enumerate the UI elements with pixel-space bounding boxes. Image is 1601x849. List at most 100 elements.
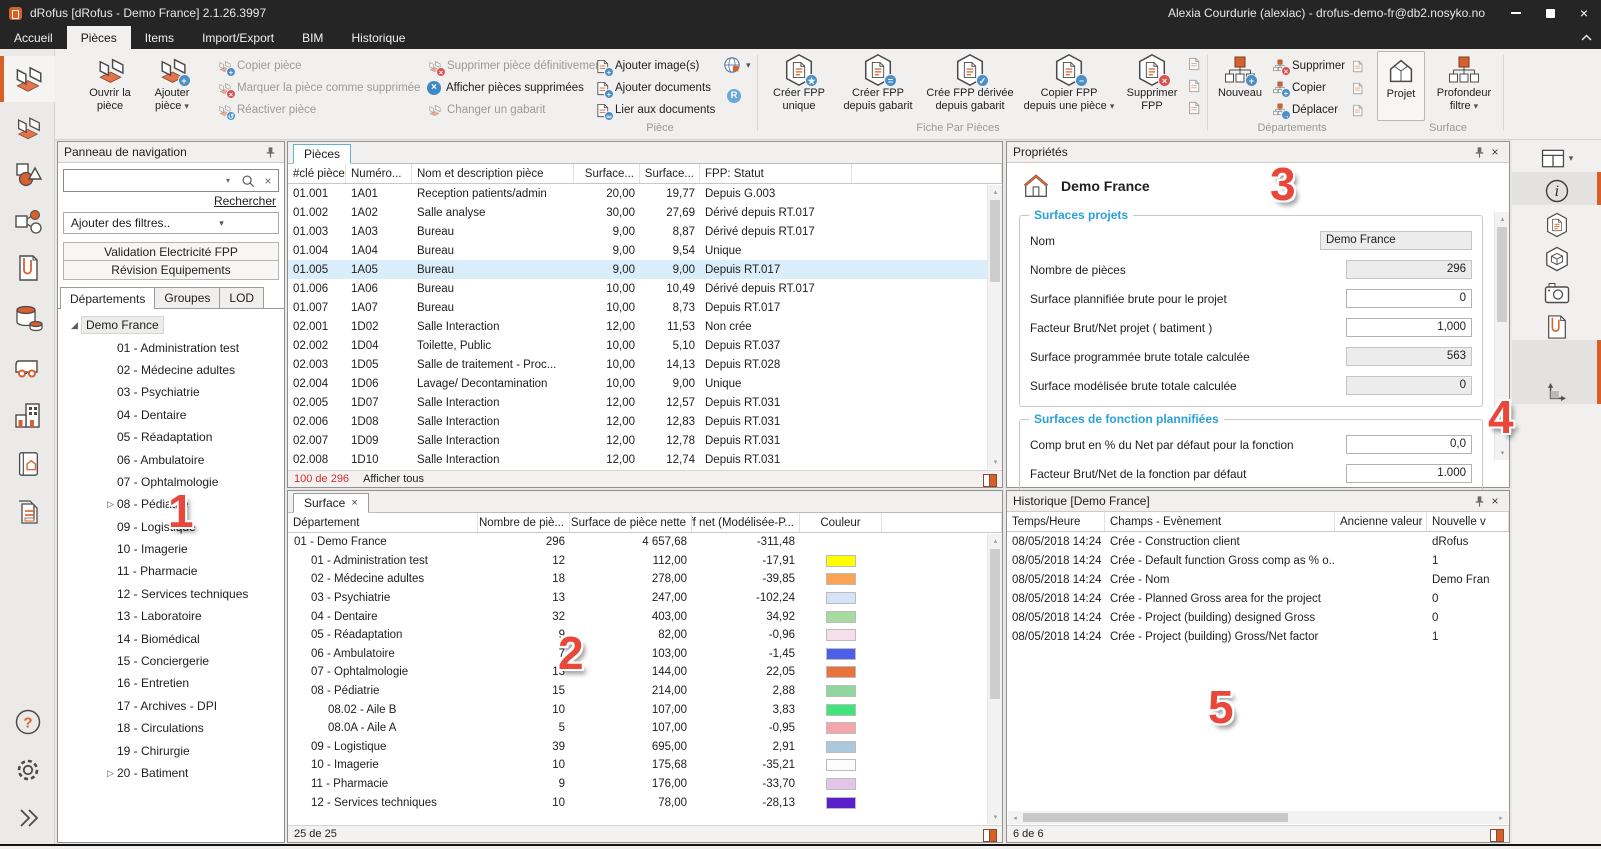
sidebar-room-templates-button[interactable]: [0, 105, 55, 151]
filter-depth-button[interactable]: Profondeur filtre ▾: [1431, 51, 1497, 121]
rooms-vertical-scrollbar[interactable]: ▴ ▾: [987, 185, 1002, 469]
history-row[interactable]: 08/05/2018 14:24Crée - Default function …: [1007, 551, 1509, 570]
surface-row[interactable]: 03 - Psychiatrie13247,00-102,24: [288, 589, 1002, 608]
color-swatch[interactable]: [826, 555, 856, 567]
sidebar-documents-button[interactable]: [0, 245, 55, 291]
room-row[interactable]: 02.0031D05Salle de traitement - Proc...1…: [288, 355, 1002, 374]
col-event[interactable]: Champs - Evènement: [1105, 512, 1335, 531]
sidebar-expand-button[interactable]: [0, 795, 55, 841]
tree-item[interactable]: 10 - Imagerie: [58, 538, 284, 560]
room-row[interactable]: 01.0031A03Bureau9,008,87Dérivé depuis RT…: [288, 222, 1002, 241]
surface-row[interactable]: 10 - Imagerie10175,68-35,21: [288, 756, 1002, 775]
history-row[interactable]: 08/05/2018 14:24Crée - Project (building…: [1007, 627, 1509, 646]
saved-filter-validation[interactable]: Validation Electricité FPP: [63, 242, 279, 261]
history-row[interactable]: 08/05/2018 14:24Crée - Construction clie…: [1007, 532, 1509, 551]
col-net-surface[interactable]: Surface de pièce nette: [570, 513, 692, 532]
color-swatch[interactable]: [826, 759, 856, 771]
close-tab-icon[interactable]: ×: [351, 497, 357, 509]
surface-row[interactable]: 09 - Logistique39695,002,91: [288, 738, 1002, 757]
delete-fpp-button[interactable]: × Supprimer FPP: [1121, 51, 1183, 121]
delete-department-button[interactable]: × Supprimer: [1273, 56, 1345, 76]
color-swatch[interactable]: [826, 741, 856, 753]
images-tab-button[interactable]: [1524, 276, 1590, 309]
surface-row[interactable]: 07 - Ophtalmologie13144,0022,05: [288, 663, 1002, 682]
sidebar-settings-button[interactable]: [0, 747, 55, 793]
sidebar-data-button[interactable]: [0, 295, 55, 341]
room-row[interactable]: 02.0021D04Toilette, Public10,005,10Depui…: [288, 336, 1002, 355]
tree-item[interactable]: 05 - Réadaptation: [58, 426, 284, 448]
room-row[interactable]: 01.0051A05Bureau9,009,00Depuis RT.017: [288, 260, 1002, 279]
color-swatch[interactable]: [826, 722, 856, 734]
mark-room-deleted-button[interactable]: × Marquer la pièce comme supprimée: [217, 78, 420, 98]
color-swatch[interactable]: [826, 573, 856, 585]
sidebar-catalog-button[interactable]: [0, 441, 55, 487]
col-room-count[interactable]: Nombre de piè...: [478, 513, 570, 532]
create-fpp-derived-button[interactable]: ✓ Crée FPP dérivée depuis gabarit: [923, 51, 1017, 121]
tree-item[interactable]: 03 - Psychiatrie: [58, 381, 284, 403]
surface-row[interactable]: 05 - Réadaptation982,00-0,96: [288, 626, 1002, 645]
scrollbar-thumb[interactable]: [1023, 813, 1288, 822]
tree-item[interactable]: ▷20 - Batiment: [58, 762, 284, 784]
reactivate-room-button[interactable]: ↺ Réactiver pièce: [217, 100, 316, 120]
col-new-value[interactable]: Nouvelle v: [1427, 512, 1509, 531]
surface-row[interactable]: 11 - Pharmacie9176,00-33,70: [288, 775, 1002, 794]
surface-tab-button[interactable]: [1524, 374, 1590, 407]
tab-items[interactable]: Items: [131, 26, 188, 49]
search-input[interactable]: [64, 171, 218, 190]
tab-historique[interactable]: Historique: [337, 26, 419, 49]
panel-flag-icon[interactable]: [983, 829, 996, 840]
surface-row[interactable]: 01 - Demo France2964 657,68-311,48: [288, 533, 1002, 552]
history-tab-button[interactable]: [1524, 342, 1590, 375]
tree-item[interactable]: 06 - Ambulatoire: [58, 448, 284, 470]
tree-item[interactable]: 17 - Archives - DPI: [58, 695, 284, 717]
documents-tab-button[interactable]: [1524, 310, 1590, 343]
change-template-button[interactable]: Changer un gabarit: [427, 100, 545, 120]
tab-import-export[interactable]: Import/Export: [188, 26, 288, 49]
open-room-button[interactable]: Ouvrir la pièce: [81, 51, 139, 121]
saved-filter-revision[interactable]: Révision Equipements: [63, 261, 279, 280]
search-dropdown-chevron-icon[interactable]: ▾: [218, 176, 238, 185]
sidebar-departments-button[interactable]: [0, 393, 55, 439]
tree-root[interactable]: ◢ Demo France: [58, 314, 284, 336]
property-input[interactable]: 1,000: [1346, 318, 1472, 337]
history-row[interactable]: 08/05/2018 14:24Crée - Project (building…: [1007, 608, 1509, 627]
tree-root-label[interactable]: Demo France: [81, 316, 164, 334]
surface-row[interactable]: 04 - Dentaire32403,0034,92: [288, 607, 1002, 626]
color-swatch[interactable]: [826, 797, 856, 809]
panel-flag-icon[interactable]: [983, 474, 996, 485]
surface-row[interactable]: 12 - Services techniques1078,00-28,13: [288, 793, 1002, 812]
minimize-button[interactable]: [1499, 0, 1533, 26]
tab-departements[interactable]: Départements: [60, 287, 155, 309]
col-room-key[interactable]: #clé pièce: [288, 164, 346, 183]
room-row[interactable]: 01.0011A01Reception patients/admin20,001…: [288, 184, 1002, 203]
fpp-tab-button[interactable]: [1524, 208, 1590, 241]
close-panel-icon[interactable]: ×: [1487, 494, 1503, 508]
pin-icon[interactable]: [262, 146, 278, 159]
search-link[interactable]: Rechercher: [58, 194, 276, 208]
fpp-extra-button-3[interactable]: [1187, 98, 1201, 118]
color-swatch[interactable]: [826, 704, 856, 716]
close-button[interactable]: ×: [1567, 0, 1601, 26]
scrollbar-thumb[interactable]: [990, 549, 1000, 699]
department-extra-button-3[interactable]: [1351, 100, 1364, 120]
col-departement[interactable]: Département: [288, 513, 478, 532]
color-swatch[interactable]: [826, 778, 856, 790]
sidebar-items-button[interactable]: [0, 151, 55, 197]
col-room-number[interactable]: Numéro...: [346, 164, 412, 183]
r-report-button[interactable]: R: [727, 86, 741, 106]
col-surface-designed[interactable]: Surface...: [640, 164, 700, 183]
property-input[interactable]: 0,0: [1346, 435, 1472, 454]
maximize-button[interactable]: [1533, 0, 1567, 26]
tree-item[interactable]: 18 - Circulations: [58, 717, 284, 739]
sidebar-rooms-button[interactable]: [0, 56, 55, 102]
copy-fpp-button[interactable]: − Copier FPP depuis une pièce ▾: [1019, 51, 1119, 121]
room-row[interactable]: 02.0061D08Salle Interaction12,0012,83Dep…: [288, 412, 1002, 431]
move-department-button[interactable]: → Déplacer: [1273, 100, 1338, 120]
tab-pieces-pane[interactable]: Pièces: [293, 144, 351, 164]
sidebar-reports-button[interactable]: [0, 489, 55, 535]
add-filters-dropdown[interactable]: Ajouter des filtres.. ▾: [63, 212, 279, 234]
tree-item[interactable]: 19 - Chirurgie: [58, 739, 284, 761]
project-scope-button[interactable]: Projet: [1377, 51, 1425, 121]
surface-row[interactable]: 08.02 - Aile B10107,003,83: [288, 700, 1002, 719]
scroll-up-icon[interactable]: ▴: [988, 185, 1003, 199]
